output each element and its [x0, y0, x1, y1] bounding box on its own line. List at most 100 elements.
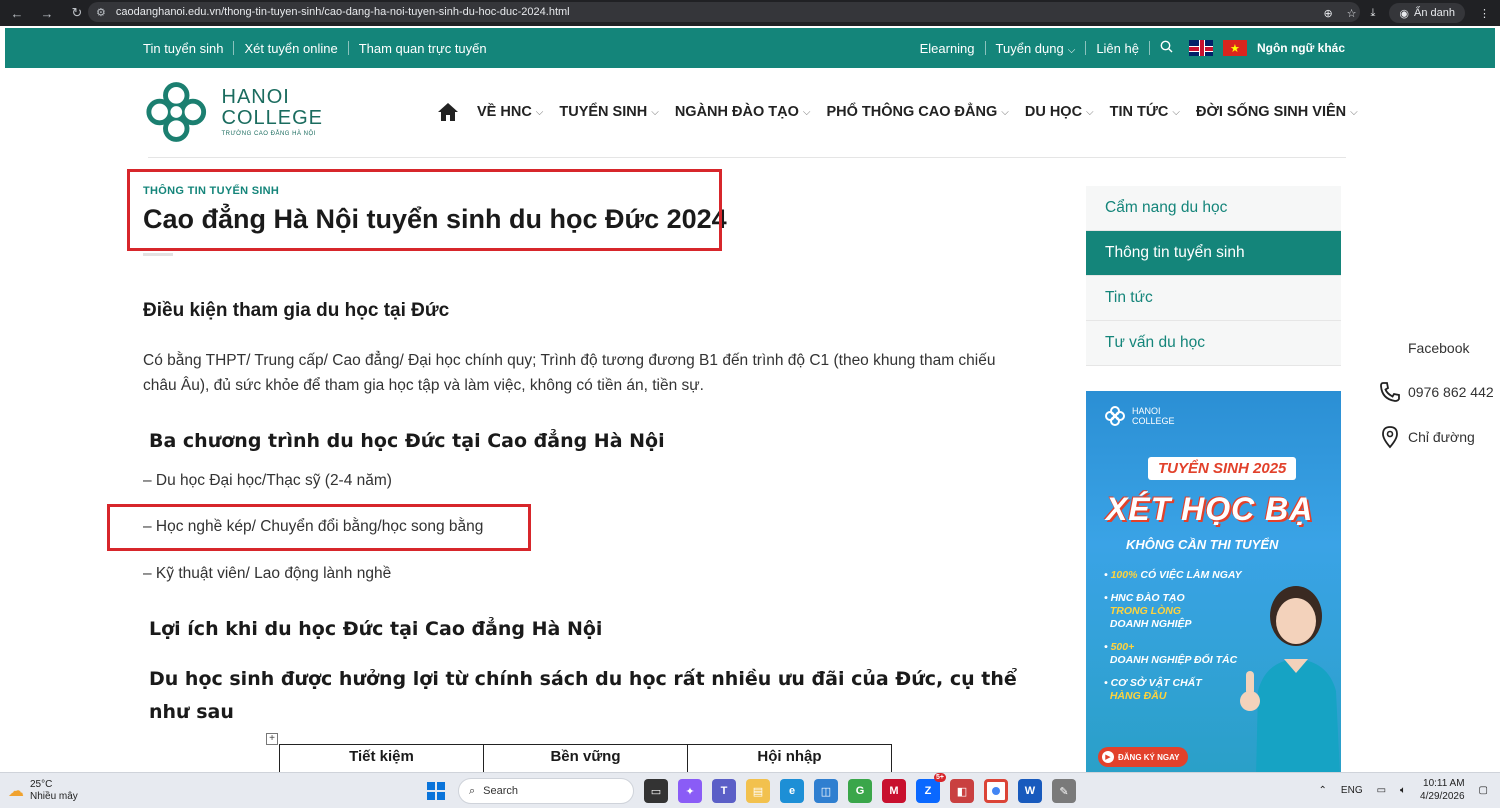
nav-pho-thong-cao-dang[interactable]: PHỔ THÔNG CAO ĐẲNG ⌵	[826, 104, 1008, 120]
nav-tin-tuc[interactable]: TIN TỨC ⌵	[1110, 104, 1180, 120]
task-view-icon[interactable]: ▭	[644, 779, 668, 803]
link-tham-quan[interactable]: Tham quan trực tuyến	[359, 41, 487, 56]
title-underline	[143, 253, 173, 256]
link-tuyen-dung[interactable]: Tuyển dụng ⌵	[996, 41, 1076, 56]
store-icon[interactable]: ◫	[814, 779, 838, 803]
file-explorer-icon[interactable]: ▤	[746, 779, 770, 803]
app-tool-icon[interactable]: ✎	[1052, 779, 1076, 803]
divider	[1148, 41, 1150, 55]
address-bar[interactable]: ⚙ caodanghanoi.edu.vn/thong-tin-tuyen-si…	[88, 2, 1360, 22]
divider	[233, 41, 235, 55]
forward-icon[interactable]: →	[36, 2, 58, 24]
url-text: caodanghanoi.edu.vn/thong-tin-tuyen-sinh…	[115, 6, 570, 18]
site-header: HANOI COLLEGE TRƯỜNG CAO ĐẲNG HÀ NỘI VỀ …	[5, 68, 1495, 158]
search-icon: ⌕	[469, 784, 476, 797]
sidebar-menu: Cẩm nang du học Thông tin tuyển sinh Tin…	[1086, 186, 1341, 366]
chevron-up-icon[interactable]: ⌃	[1319, 785, 1327, 796]
logo-hanoi: HANOI	[221, 86, 290, 108]
edge-icon[interactable]: e	[780, 779, 804, 803]
download-icon[interactable]: ⤓	[1371, 7, 1376, 20]
directions-link[interactable]: Chỉ đường	[1378, 425, 1475, 449]
home-icon[interactable]	[437, 102, 459, 122]
notification-badge: 5+	[934, 773, 946, 782]
language-indicator[interactable]: ENG	[1341, 785, 1363, 796]
highlight-box-program	[107, 504, 531, 551]
banner-subline: KHÔNG CẦN THI TUYỂN	[1126, 537, 1279, 552]
link-tin-tuyen-sinh[interactable]: Tin tuyển sinh	[143, 41, 223, 56]
search-icon[interactable]	[1160, 40, 1173, 56]
site-info-icon[interactable]: ⚙	[96, 6, 106, 19]
link-xet-tuyen-online[interactable]: Xét tuyển online	[244, 41, 337, 56]
incognito-icon: ◉	[1399, 7, 1410, 20]
notification-icon[interactable]: ▢	[1479, 785, 1488, 796]
chevron-down-icon: ⌵	[651, 106, 659, 118]
menu-icon[interactable]: ⋮	[1479, 7, 1490, 20]
highlight-box-title	[127, 169, 722, 251]
browser-toolbar: ← → ↻ ⚙ caodanghanoi.edu.vn/thong-tin-tu…	[0, 0, 1500, 26]
weather-widget[interactable]: ☁ 25°C Nhiều mây	[8, 779, 78, 803]
cloud-sun-icon: ☁	[8, 783, 24, 800]
windows-start-icon[interactable]	[424, 779, 448, 803]
table-header-cell: Tiết kiệm	[280, 745, 484, 774]
link-elearning[interactable]: Elearning	[920, 41, 975, 56]
uk-flag-icon[interactable]	[1188, 40, 1213, 56]
list-item: – Du học Đại học/Thạc sỹ (2-4 năm)	[143, 472, 392, 489]
mcafee-icon[interactable]: M	[882, 779, 906, 803]
incognito-badge[interactable]: ◉ Ẩn danh	[1389, 3, 1465, 23]
bookmark-star-icon[interactable]: ☆	[1347, 7, 1357, 20]
volume-icon[interactable]: 🔈︎	[1400, 785, 1406, 796]
map-pin-icon	[1382, 426, 1398, 449]
network-icon[interactable]: ▭	[1377, 785, 1386, 796]
nav-doi-song-sinh-vien[interactable]: ĐỜI SỐNG SINH VIÊN ⌵	[1196, 104, 1358, 120]
nav-nganh-dao-tao[interactable]: NGÀNH ĐÀO TẠO ⌵	[675, 104, 811, 120]
windows-taskbar: ☁ 25°C Nhiều mây ⌕ Search ▭ ✦ T ▤ e ◫ G …	[0, 772, 1500, 808]
clock[interactable]: 10:11 AM 4/29/2026	[1420, 777, 1465, 803]
link-lien-he[interactable]: Liên hệ	[1096, 41, 1139, 56]
chevron-down-icon: ⌵	[1001, 106, 1009, 118]
section-paragraph: Có bằng THPT/ Trung cấp/ Cao đẳng/ Đại h…	[143, 352, 996, 394]
nav-tuyen-sinh[interactable]: TUYỂN SINH ⌵	[559, 104, 658, 120]
nav-du-hoc[interactable]: DU HỌC ⌵	[1025, 104, 1094, 120]
section-heading-loi-ich: Lợi ích khi du học Đức tại Cao đẳng Hà N…	[149, 618, 603, 640]
banner-bullets: • 100% CÓ VIỆC LÀM NGAY • HNC ĐÀO TẠO TR…	[1104, 569, 1242, 702]
table-move-handle-icon[interactable]: +	[266, 733, 278, 745]
back-icon[interactable]: ←	[6, 2, 28, 24]
top-utility-bar: Tin tuyển sinh Xét tuyển online Tham qua…	[5, 28, 1495, 68]
zalo-icon[interactable]: Z 5+	[916, 773, 946, 803]
chevron-down-icon: ⌵	[1172, 106, 1180, 118]
phone-link[interactable]: 0976 862 442	[1378, 380, 1494, 404]
phone-icon	[1380, 382, 1400, 402]
taskbar-search[interactable]: ⌕ Search	[458, 778, 634, 804]
play-icon: ▶	[1102, 751, 1114, 763]
language-selector[interactable]: Ngôn ngữ khác	[1257, 41, 1345, 55]
zoom-icon[interactable]: ⊕	[1323, 7, 1332, 20]
register-now-button[interactable]: ▶ ĐĂNG KÝ NGAY	[1098, 747, 1188, 767]
student-photo	[1240, 586, 1340, 773]
section-heading-dieu-kien: Điều kiện tham gia du học tại Đức	[143, 300, 450, 321]
divider	[984, 41, 986, 55]
chrome-icon[interactable]	[984, 779, 1008, 803]
site-logo[interactable]: HANOI COLLEGE TRƯỜNG CAO ĐẲNG HÀ NỘI	[143, 78, 323, 146]
banner-headline: XÉT HỌC BẠ	[1106, 491, 1314, 527]
college-logo-icon	[1105, 406, 1125, 426]
divider	[347, 41, 349, 55]
vietnam-flag-icon[interactable]: ★	[1222, 40, 1247, 56]
sidebar-item-tu-van[interactable]: Tư vấn du học	[1086, 321, 1341, 366]
table-header-cell: Hội nhập	[688, 745, 892, 774]
sidebar-item-cam-nang[interactable]: Cẩm nang du học	[1086, 186, 1341, 231]
reload-icon[interactable]: ↻	[66, 2, 88, 24]
app-red-icon[interactable]: ◧	[950, 779, 974, 803]
sidebar-item-thong-tin-tuyen-sinh[interactable]: Thông tin tuyển sinh	[1086, 231, 1341, 276]
app-green-icon[interactable]: G	[848, 779, 872, 803]
teams-icon[interactable]: T	[712, 779, 736, 803]
chevron-down-icon: ⌵	[802, 106, 811, 118]
section-heading-ba-chuong-trinh: Ba chương trình du học Đức tại Cao đẳng …	[149, 430, 665, 452]
admission-banner[interactable]: HANOI COLLEGE TUYỂN SINH 2025 XÉT HỌC BẠ …	[1086, 391, 1341, 773]
nav-ve-hnc[interactable]: VỀ HNC ⌵	[477, 104, 543, 120]
word-icon[interactable]: W	[1018, 779, 1042, 803]
facebook-link[interactable]: Facebook	[1408, 340, 1469, 356]
sidebar-item-tin-tuc[interactable]: Tin tức	[1086, 276, 1341, 321]
benefits-table: Tiết kiệm Bền vững Hội nhập	[279, 744, 892, 774]
copilot-icon[interactable]: ✦	[678, 779, 702, 803]
chevron-down-icon: ⌵	[1350, 106, 1358, 118]
